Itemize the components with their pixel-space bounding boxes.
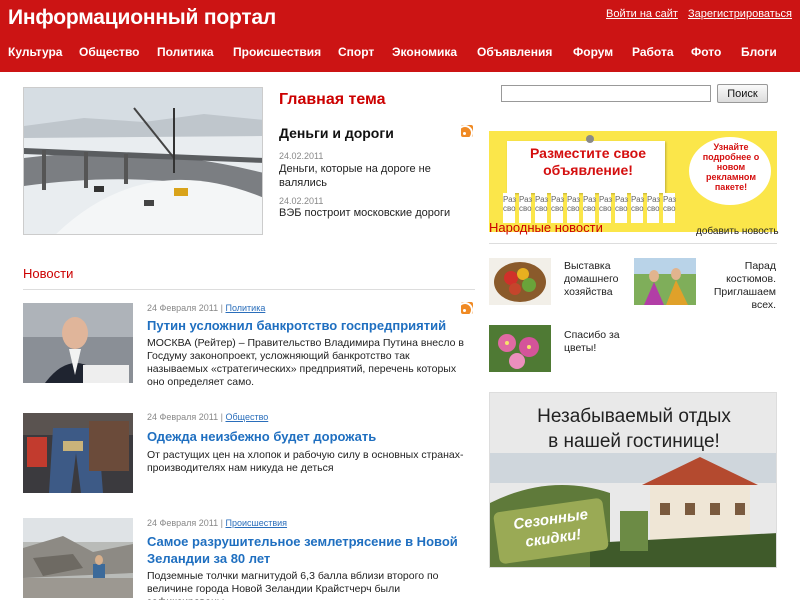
nav-item-photo[interactable]: Фото [691,45,721,59]
news-date: 24 Февраля 2011 | [147,303,223,313]
main-topic-link[interactable]: ВЭБ построит московские дороги [279,206,469,220]
main-topic-heading: Главная тема [279,91,386,108]
add-news-link[interactable]: добавить новость [696,226,779,237]
nav-item-politics[interactable]: Политика [157,45,214,59]
news-thumbnail[interactable] [23,303,133,383]
ad-side-text: Узнайте подробнее о новом рекламном паке… [702,142,760,192]
hotel-ad-banner[interactable]: Незабываемый отдых в нашей гостинице! Се… [489,392,777,568]
nav-item-economy[interactable]: Экономика [392,45,457,59]
folk-news-thumbnail[interactable] [634,258,696,305]
news-snippet: МОСКВА (Рейтер) – Правительство Владимир… [147,337,464,388]
news-title[interactable]: Самое разрушительное землетрясение в Нов… [147,533,467,567]
login-link[interactable]: Войти на сайт [606,8,678,20]
ad-tab: Раз сво [663,193,676,223]
nav-item-blogs[interactable]: Блоги [741,45,777,59]
search-input[interactable] [501,85,711,102]
ad-tear-off-tabs: Раз сво Раз сво Раз сво Раз сво Раз сво … [503,193,676,223]
nav-item-society[interactable]: Общество [79,45,140,59]
main-topic-date: 24.02.2011 [279,151,324,161]
place-ad-banner[interactable]: Разместите свое объявление! Раз сво Раз … [489,131,777,232]
folk-news-label[interactable]: Парад костюмов. Приглашаем всех. [706,260,776,312]
nav-item-jobs[interactable]: Работа [632,45,674,59]
nav-item-sport[interactable]: Спорт [338,45,374,59]
ad-tab: Раз сво [647,193,660,223]
folk-news-label[interactable]: Выставка домашнего хозяйства [564,260,626,299]
nav-item-forum[interactable]: Форум [573,45,613,59]
ad-tab: Раз сво [631,193,644,223]
search-button[interactable]: Поиск [717,84,768,103]
news-heading: Новости [23,266,74,281]
ad-tab: Раз сво [535,193,548,223]
news-thumbnail[interactable] [23,413,133,493]
main-topic-link[interactable]: Деньги, которые на дороге не валялись [279,162,459,190]
news-snippet: От растущих цен на хлопок и рабочую силу… [147,449,464,474]
news-title[interactable]: Путин усложнил банкротство госпредприяти… [147,317,467,334]
folk-news-thumbnail[interactable] [489,325,551,372]
main-topic-photo[interactable] [23,87,263,235]
site-header: Информационный портал Войти на сайт Заре… [0,0,800,72]
site-title[interactable]: Информационный портал [8,6,276,30]
highway-construction-image [24,88,262,234]
folk-news-heading: Народные новости [489,220,603,235]
fruit-basket-image [489,258,551,305]
news-date: 24 Февраля 2011 | [147,518,223,528]
ad-tab: Раз сво [519,193,532,223]
hotel-ad-headline-line: Незабываемый отдых [537,406,731,427]
news-meta: 24 Февраля 2011 | Общество [147,412,268,422]
nav-item-incidents[interactable]: Происшествия [233,45,321,59]
news-snippet: Подземные толчки магнитудой 6,3 балла вб… [147,570,439,600]
pushpin-icon [586,135,594,143]
ad-tab: Раз сво [599,193,612,223]
ad-tab: Раз сво [503,193,516,223]
main-story-title[interactable]: Деньги и дороги [279,125,394,141]
hotel-ad-headline: Незабываемый отдых в нашей гостинице! [490,404,776,454]
ad-tab: Раз сво [567,193,580,223]
register-link[interactable]: Зарегистрироваться [688,8,792,20]
main-nav: Культура Общество Политика Происшествия … [0,45,800,65]
politician-photo [23,303,133,383]
news-meta: 24 Февраля 2011 | Происшествия [147,518,287,528]
main-topic-date: 24.02.2011 [279,196,324,206]
news-title[interactable]: Одежда неизбежно будет дорожать [147,428,467,445]
jeans-photo [23,413,133,493]
nav-item-culture[interactable]: Культура [8,45,62,59]
hotel-ad-headline-line: в нашей гостинице! [548,431,720,452]
ad-tab: Раз сво [583,193,596,223]
divider [489,243,777,244]
news-category-link[interactable]: Общество [225,412,268,422]
flowers-image [489,325,551,372]
news-date: 24 Февраля 2011 | [147,412,223,422]
earthquake-photo [23,518,133,598]
folk-news-thumbnail[interactable] [489,258,551,305]
news-category-link[interactable]: Происшествия [225,518,287,528]
ad-tab: Раз сво [615,193,628,223]
rss-icon[interactable] [461,302,473,314]
nav-item-ads[interactable]: Объявления [477,45,552,59]
news-thumbnail[interactable] [23,518,133,598]
folk-news-label[interactable]: Спасибо за цветы! [564,329,634,355]
divider [23,289,475,290]
news-category-link[interactable]: Политика [225,303,265,313]
news-meta: 24 Февраля 2011 | Политика [147,303,265,313]
costume-parade-image [634,258,696,305]
ad-tab: Раз сво [551,193,564,223]
ad-main-text: Разместите свое объявление! [529,145,646,178]
rss-icon[interactable] [461,125,473,137]
